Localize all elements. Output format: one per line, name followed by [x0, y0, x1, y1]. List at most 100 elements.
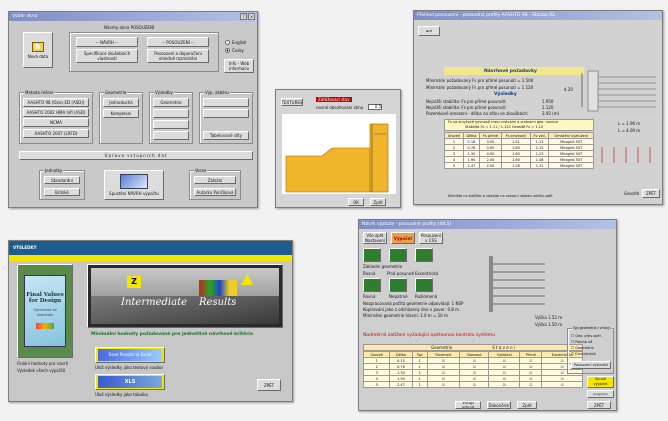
back-top-button[interactable]: ◄ ≡	[418, 26, 440, 36]
tab-settings[interactable]: Vše zpět Nastavení	[363, 232, 387, 244]
legend-label: Geosítě	[624, 191, 640, 196]
radio-icon	[225, 40, 230, 45]
calc-disabled-button-1[interactable]	[203, 98, 249, 107]
table-footer: Klikněte na tlačítko a získejte na vstup…	[448, 194, 553, 198]
wall-section-graphic	[581, 70, 660, 163]
check-sub-button[interactable]: Posouzení a doporučení ohledně rozmístěn…	[147, 49, 209, 63]
units-british-button[interactable]: Britské	[44, 188, 80, 196]
title-bar: Přehled posouzení - posoudné profily AAS…	[414, 11, 662, 20]
calc-tabulated-button[interactable]: Tabelované sílty	[203, 131, 249, 140]
new-data-button[interactable]: 📄 Nová data	[23, 32, 53, 68]
check-option-1[interactable]: ☐ Geo. přes opěr.	[571, 334, 602, 338]
banner-caption: Minimální hodnoty požadované pro jednotl…	[91, 332, 253, 337]
dim-note-2: L = 4.00 m	[618, 128, 641, 133]
req-line-1: Minimální požadovaný Fs pro přímé posunu…	[426, 78, 534, 83]
shape2-label-1: Rovná	[363, 294, 376, 299]
books-icon	[199, 280, 237, 296]
save-xls-banner: XLS	[98, 376, 162, 388]
tab-calc[interactable]: Výpočet	[391, 232, 415, 244]
dim-height: 4.20	[564, 87, 573, 92]
bottom-button-input[interactable]: Vstup odpad	[455, 401, 481, 409]
dialog-ok-button[interactable]: OK	[348, 198, 364, 206]
design-sub-button[interactable]: Specifikace zkušebních vlastností	[76, 49, 138, 63]
table-row[interactable]: 5 2.47 2.00 1.28 1.31 Miragrid 5XT	[444, 162, 594, 169]
result-1-value: 1.950	[542, 99, 554, 104]
textures-tab[interactable]: TEXTURES	[281, 98, 303, 106]
info-button[interactable]: Info - Web informace	[224, 59, 254, 73]
geometry-back-button[interactable]: ZPĚT	[587, 401, 611, 409]
check-option-4[interactable]: ☐ Excentrická	[571, 352, 596, 356]
geometry-window: Návrh výztuže - posoudné profily (48.5) …	[358, 219, 617, 411]
results-disabled-button-1[interactable]	[153, 109, 189, 118]
export-rachel-button[interactable]: Export do programu Rachel	[587, 390, 614, 398]
version-author-button[interactable]: Autorka Pončíková	[194, 188, 236, 196]
geometry-complex-button[interactable]: Komplexní	[103, 109, 139, 118]
back-button[interactable]: ZPĚT	[642, 189, 660, 198]
intermediate-results-button[interactable]: Z Intermediate Results	[87, 264, 283, 328]
shape-label-3: Excentrická	[415, 271, 439, 276]
assess-results-button[interactable]: Posouzení výsledků	[571, 361, 611, 369]
banner-text-1: Intermediate	[121, 297, 188, 308]
shape-eccentric-button[interactable]	[415, 248, 433, 262]
calc-disabled-button-2[interactable]	[203, 109, 249, 118]
units-standard-button[interactable]: Standardní	[44, 176, 80, 184]
final-caption-2: Výsledek všech výpočtů	[17, 368, 66, 373]
info-line-3: Minimální geometrie hlavní: 1.0 m = 20 m	[363, 313, 448, 318]
results-disabled-button-3[interactable]	[153, 131, 189, 140]
lang-czech-radio[interactable]: Česky	[225, 48, 244, 53]
run-design-button[interactable]: Spustění NÁVRH výpočtu	[104, 170, 164, 200]
version-backup-button[interactable]: Záložní	[194, 176, 236, 184]
info-line-1: Nezpracovaná počítá geometrie odpovídají…	[363, 301, 464, 306]
folder-icon: 📄	[32, 41, 44, 52]
save-text-caption: Ulož výsledky jako textový soubor	[95, 365, 164, 370]
menu-heading: Návrhy okna POSOUZENÍ	[104, 25, 155, 30]
results-window: VÝSLEDKY Final Values for Design Optimiz…	[8, 240, 293, 402]
run-calc-button[interactable]: Spustí výpočet	[587, 376, 614, 388]
dialog-cancel-button[interactable]: Zpět	[370, 198, 386, 206]
req-line-2: Minimální požadovaný Fs pro přímé posunu…	[426, 85, 534, 90]
method-button-4[interactable]: AASHTO 2007 (LRFD)	[23, 129, 89, 138]
check-option-2[interactable]: ☐ Poloha síť	[571, 340, 592, 344]
table-title: Fs na smykové pevnosti mezi vrstvami a v…	[448, 120, 559, 124]
zone-field-input[interactable]: 0.5	[368, 104, 382, 110]
dim-label-2: Výška 1.50 m	[535, 322, 563, 327]
intermediate-banner: Z Intermediate Results	[91, 268, 279, 324]
title-bar: Výběr okna ? ×	[9, 12, 257, 21]
method-button-1[interactable]: AASHTO 98 (Ozns ED (ASD))	[23, 98, 89, 107]
save-xls-caption: Ulož výsledky jako tabulku	[95, 392, 148, 397]
shape-b-broken-button[interactable]	[415, 278, 433, 292]
check-button[interactable]: -- POSOUZENÍ --	[147, 37, 209, 47]
method-button-2[interactable]: AASHTO 2002 HMA Infl (ASD)	[23, 108, 89, 117]
save-text-button[interactable]: Save Results to Excel	[95, 347, 165, 363]
status-red-label: Zatěžovací stav	[316, 97, 352, 102]
results-geometry-button[interactable]: Geometrie	[153, 98, 189, 107]
bottom-button-back[interactable]: Zpět	[517, 401, 537, 409]
results-back-button[interactable]: ZPĚT	[257, 379, 281, 391]
table-subtitle: Stabilita Fs = 1.11 / 1.120 Geosítě Fs =…	[465, 125, 544, 129]
bottom-button-finish[interactable]: Dokončení	[487, 401, 511, 409]
tab-css[interactable]: Posouzení v CSS	[419, 232, 443, 244]
save-xls-button[interactable]: XLS	[95, 374, 165, 390]
book-icon: Final Values for Design Optimized all el…	[24, 275, 66, 347]
shape-straight-button[interactable]	[363, 248, 381, 262]
close-icon[interactable]: ×	[248, 13, 255, 20]
edit-input-bar[interactable]: Úprava vstupních dat	[19, 151, 253, 160]
help-icon[interactable]: ?	[240, 13, 247, 20]
shape-b-slight-button[interactable]	[389, 278, 407, 292]
lang-english-radio[interactable]: English	[225, 40, 246, 45]
check-option-3[interactable]: ☐ Geometrie	[571, 346, 594, 350]
main-menu-window: Výběr okna ? × Návrhy okna POSOUZENÍ 📄 No…	[8, 11, 258, 208]
method-button-3[interactable]: NCMA	[23, 118, 89, 127]
geometry-simple-button[interactable]: Jednoduchá	[103, 98, 139, 107]
final-caption-1: Finální hodnoty pro návrh	[17, 361, 69, 366]
window-controls: ? ×	[240, 13, 255, 20]
results-title-bar: VÝSLEDKY	[9, 241, 292, 255]
results-disabled-button-2[interactable]	[153, 120, 189, 129]
design-button[interactable]: -- NÁVRH --	[76, 37, 138, 47]
shape-offset-button[interactable]	[389, 248, 407, 262]
shape-b-straight-button[interactable]	[363, 278, 381, 292]
final-values-button[interactable]: Final Values for Design Optimized all el…	[17, 264, 73, 358]
result-1-label: Nejnižší stabilita: Fs pro přímé posunut…	[426, 99, 507, 104]
table-row[interactable]: 5 2.47 1 ☑ ☑ ☑ ☑ ☑	[362, 381, 583, 388]
geometry-table: Úroveň Délka Typ Parametr Nosnost Vytažení Pří…	[362, 351, 583, 388]
